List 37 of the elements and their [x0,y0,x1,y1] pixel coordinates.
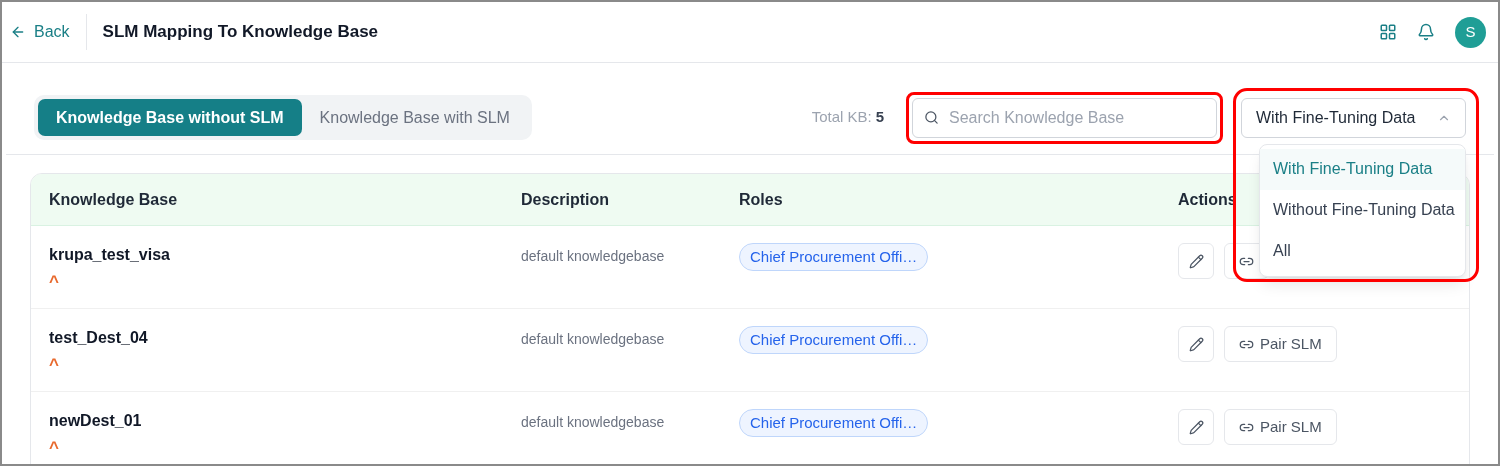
role-tag: Chief Procurement Offi… [739,243,929,271]
knowledge-base-name: newDest_01 [49,411,142,431]
pencil-icon [1188,336,1204,352]
back-button[interactable]: Back [10,14,87,50]
caret-marker: ^ [49,273,59,290]
total-kb-label: Total KB: [811,107,872,128]
tab[interactable]: Knowledge Base without SLM [38,99,302,136]
knowledge-base-name: krupa_test_visa [49,245,170,265]
apps-grid-icon[interactable] [1379,23,1397,41]
pencil-icon [1188,419,1204,435]
tab[interactable]: Knowledge Base with SLM [301,99,528,136]
knowledge-base-name: test_Dest_04 [49,328,148,348]
description-text: default knowledgebase [521,330,666,349]
column-header: Description [521,189,609,210]
dropdown-option[interactable]: All [1260,230,1465,272]
edit-button[interactable] [1178,409,1214,445]
search-field[interactable]: Search Knowledge Base [912,97,1217,138]
dropdown-option[interactable]: With Fine-Tuning Data [1260,148,1465,190]
notification-bell-icon[interactable] [1417,23,1435,41]
pair-slm-button[interactable]: Pair SLM [1224,326,1337,362]
description-text: default knowledgebase [521,247,666,266]
total-kb-count: 5 [875,107,884,128]
column-header: Knowledge Base [49,189,178,210]
pair-slm-button[interactable]: Pair SLM [1224,409,1337,445]
role-tag: Chief Procurement Offi… [739,409,929,437]
edit-button[interactable] [1178,243,1214,279]
edit-button[interactable] [1178,326,1214,362]
caret-marker: ^ [49,356,59,373]
search-icon [924,109,939,125]
page-title: SLM Mapping To Knowledge Base [102,21,379,44]
caret-marker: ^ [49,439,59,456]
dropdown-option[interactable]: Without Fine-Tuning Data [1260,189,1465,231]
filter-select[interactable]: With Fine-Tuning Data [1241,97,1466,138]
role-tag: Chief Procurement Offi… [739,326,929,354]
pencil-icon [1188,253,1204,269]
column-header: Roles [739,189,783,210]
description-text: default knowledgebase [521,413,666,432]
